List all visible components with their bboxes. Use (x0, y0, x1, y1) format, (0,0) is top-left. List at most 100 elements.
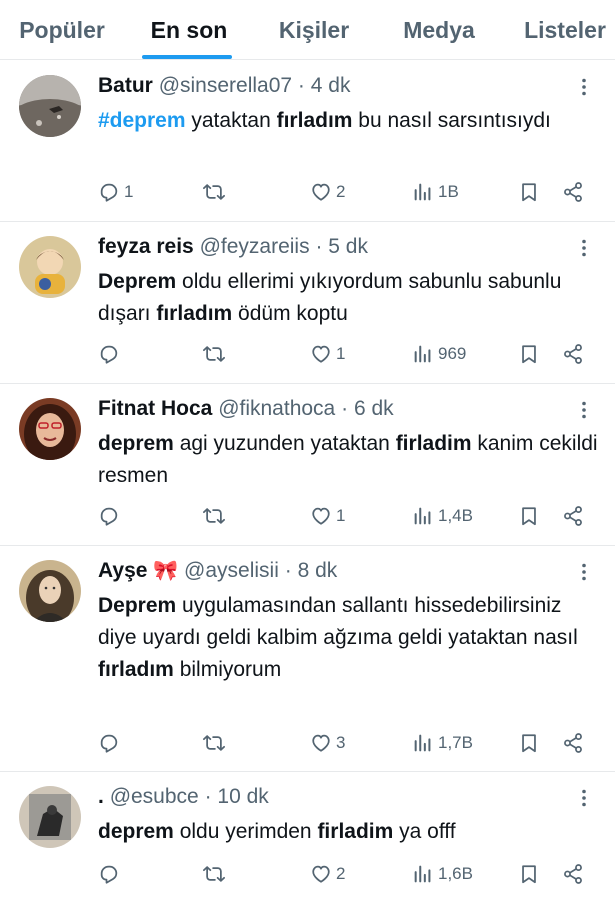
display-name[interactable]: Batur (98, 74, 153, 97)
highlight-term: fırladım (98, 658, 174, 681)
timestamp[interactable]: 8 dk (298, 559, 338, 582)
view-count: 969 (438, 344, 467, 363)
reply-button[interactable]: 1 (98, 177, 133, 207)
timestamp[interactable]: 10 dk (217, 785, 268, 808)
views-button[interactable]: 969 (412, 339, 466, 369)
more-icon[interactable] (574, 238, 594, 258)
text-segment: oldu yerimden (173, 820, 318, 843)
share-icon (562, 181, 584, 203)
retweet-icon (203, 863, 225, 885)
tweet-text: #deprem yataktan fırladım bu nasıl sarsı… (98, 105, 598, 137)
like-button[interactable]: 2 (310, 859, 345, 889)
retweet-button[interactable] (203, 177, 229, 207)
like-count: 1 (336, 506, 346, 525)
share-button[interactable] (562, 501, 584, 531)
like-button[interactable]: 3 (310, 728, 345, 758)
display-name[interactable]: Fitnat Hoca (98, 397, 212, 420)
heart-icon (310, 732, 332, 754)
reply-button[interactable] (98, 859, 124, 889)
reply-icon (98, 505, 120, 527)
tweet[interactable]: . @esubce · 10 dk deprem oldu yerimden f… (0, 772, 615, 900)
tab-popular[interactable]: Popüler (6, 0, 118, 60)
user-handle[interactable]: @esubce (110, 785, 199, 808)
bookmark-button[interactable] (518, 501, 540, 531)
tweet[interactable]: feyza reis @feyzareiis · 5 dk Deprem old… (0, 222, 615, 384)
avatar[interactable] (19, 398, 81, 460)
more-icon[interactable] (574, 562, 594, 582)
like-button[interactable]: 2 (310, 177, 345, 207)
reply-icon (98, 181, 120, 203)
retweet-button[interactable] (203, 501, 229, 531)
tweet[interactable]: Batur @sinserella07 · 4 dk #deprem yatak… (0, 61, 615, 222)
timestamp[interactable]: 5 dk (328, 235, 368, 258)
display-name[interactable]: . (98, 785, 104, 808)
bookmark-icon (518, 863, 540, 885)
like-button[interactable]: 1 (310, 339, 345, 369)
more-icon[interactable] (574, 77, 594, 97)
highlight-term: Deprem (98, 270, 177, 293)
timestamp[interactable]: 6 dk (354, 397, 394, 420)
highlight-term: deprem (98, 432, 174, 455)
more-icon[interactable] (574, 400, 594, 420)
tweet-header: Ayşe 🎀 @ayselisii · 8 dk (98, 558, 337, 584)
display-name[interactable]: feyza reis (98, 235, 194, 258)
reply-button[interactable] (98, 339, 124, 369)
reply-button[interactable] (98, 501, 124, 531)
like-count: 2 (336, 864, 346, 883)
reply-button[interactable] (98, 728, 124, 758)
tweet[interactable]: Ayşe 🎀 @ayselisii · 8 dk Deprem uygulama… (0, 546, 615, 772)
views-button[interactable]: 1B (412, 177, 459, 207)
display-name[interactable]: Ayşe (98, 559, 147, 582)
bookmark-icon (518, 181, 540, 203)
search-tabs: Popüler En son Kişiler Medya Listeler (0, 0, 615, 60)
views-icon (412, 343, 434, 365)
avatar[interactable] (19, 75, 81, 137)
timestamp[interactable]: 4 dk (311, 74, 351, 97)
tweet-actions: 1 2 1B (0, 177, 615, 207)
share-button[interactable] (562, 728, 584, 758)
tab-latest[interactable]: En son (136, 0, 242, 60)
tweet[interactable]: Fitnat Hoca @fiknathoca · 6 dk deprem ag… (0, 384, 615, 546)
hashtag-link[interactable]: #deprem (98, 109, 186, 132)
tab-people[interactable]: Kişiler (262, 0, 366, 60)
reply-count: 1 (124, 182, 134, 201)
retweet-icon (203, 181, 225, 203)
share-button[interactable] (562, 859, 584, 889)
share-button[interactable] (562, 339, 584, 369)
tweet-header: Fitnat Hoca @fiknathoca · 6 dk (98, 396, 394, 422)
like-button[interactable]: 1 (310, 501, 345, 531)
tab-lists[interactable]: Listeler (510, 0, 615, 60)
text-segment: yataktan (185, 109, 277, 132)
bookmark-button[interactable] (518, 339, 540, 369)
tweet-header: Batur @sinserella07 · 4 dk (98, 73, 350, 99)
avatar[interactable] (19, 786, 81, 848)
bookmark-button[interactable] (518, 177, 540, 207)
views-button[interactable]: 1,7B (412, 728, 473, 758)
bookmark-button[interactable] (518, 859, 540, 889)
views-icon (412, 181, 434, 203)
share-button[interactable] (562, 177, 584, 207)
bookmark-button[interactable] (518, 728, 540, 758)
avatar[interactable] (19, 560, 81, 622)
user-handle[interactable]: @sinserella07 (159, 74, 292, 97)
reply-icon (98, 863, 120, 885)
tweet-actions: 1 969 (0, 339, 615, 369)
active-tab-indicator (142, 55, 232, 59)
user-handle[interactable]: @feyzareiis (200, 235, 310, 258)
reply-icon (98, 732, 120, 754)
tweet-header: . @esubce · 10 dk (98, 784, 269, 810)
views-button[interactable]: 1,4B (412, 501, 473, 531)
more-icon[interactable] (574, 788, 594, 808)
views-button[interactable]: 1,6B (412, 859, 473, 889)
retweet-button[interactable] (203, 339, 229, 369)
tab-media[interactable]: Medya (386, 0, 492, 60)
retweet-button[interactable] (203, 728, 229, 758)
text-segment: agi yuzunden yataktan (173, 432, 396, 455)
user-handle[interactable]: @ayselisii (184, 559, 279, 582)
user-handle[interactable]: @fiknathoca (218, 397, 335, 420)
separator: · (297, 74, 305, 97)
like-count: 1 (336, 344, 346, 363)
views-icon (412, 732, 434, 754)
avatar[interactable] (19, 236, 81, 298)
retweet-button[interactable] (203, 859, 229, 889)
